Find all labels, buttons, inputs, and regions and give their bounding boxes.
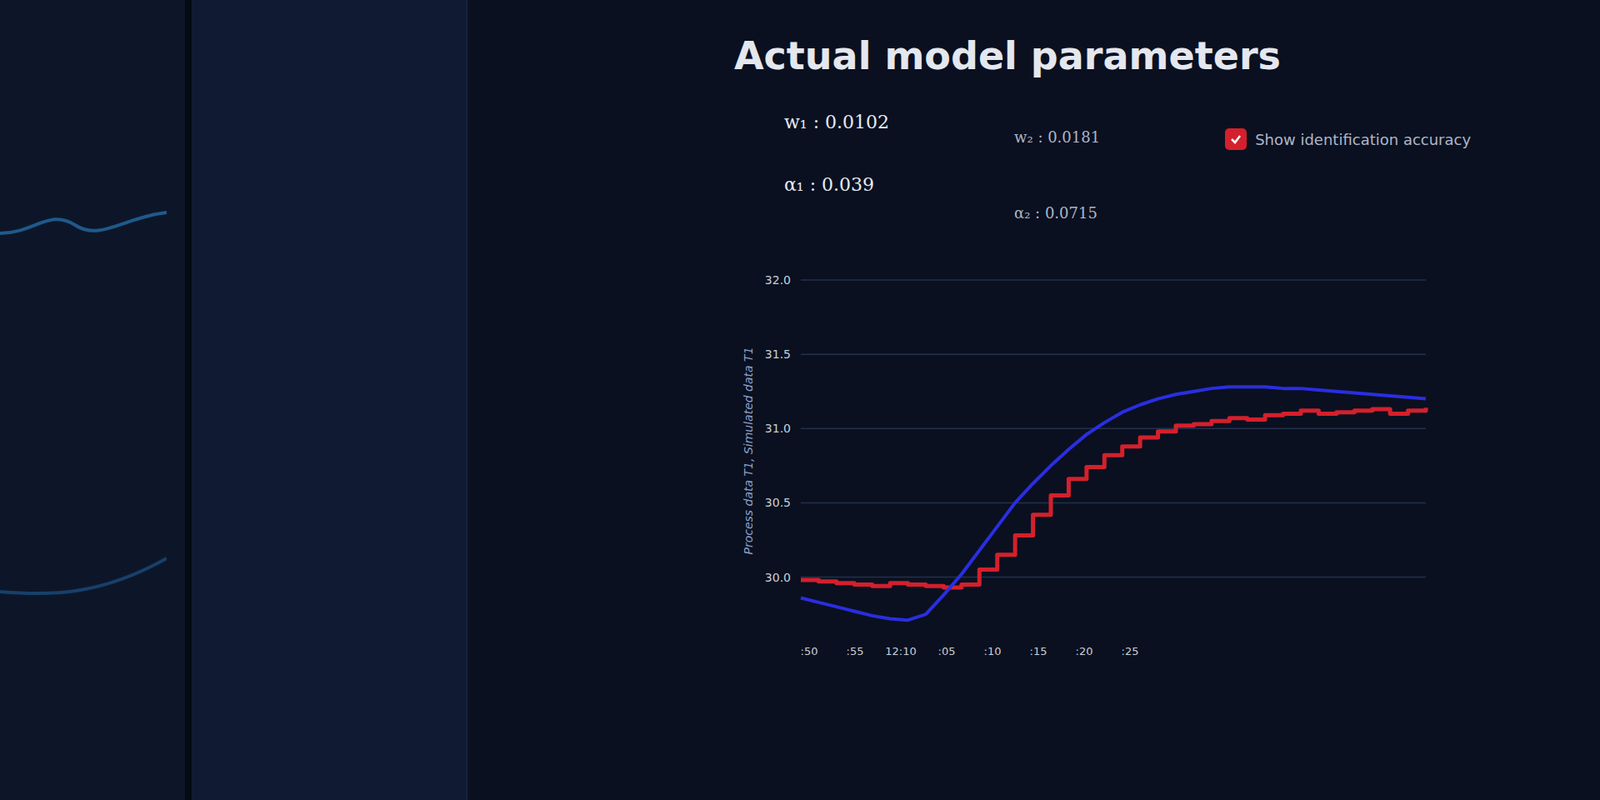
x-tick: :15 (1030, 645, 1048, 658)
main-panel: Actual model parameters w₁ : 0.0102 α₁ : 0… (467, 0, 1600, 800)
svg-text:31.5: 31.5 (765, 347, 791, 361)
side-strip (0, 0, 192, 800)
x-tick: 12:10 (885, 645, 916, 658)
svg-text:31.0: 31.0 (765, 421, 791, 435)
simulated-series (800, 386, 1426, 620)
parameter: α₁ : 0.039 (784, 174, 890, 195)
temperature-chart: 32.0 31.5 31.0 30.5 30.0 Process data T1, Sim… (734, 255, 1468, 689)
parameter: w₁ : 0.0102 (784, 111, 890, 133)
x-tick: :50 (800, 645, 819, 658)
x-tick: :55 (846, 645, 865, 658)
x-tick: :25 (1121, 645, 1140, 658)
x-tick: :05 (938, 645, 956, 658)
sparkline-icon (0, 550, 167, 600)
page-title: Actual model parameters (734, 33, 1567, 79)
x-tick: :20 (1075, 645, 1094, 658)
x-tick: :10 (984, 645, 1002, 658)
svg-text:30.0: 30.0 (765, 570, 791, 585)
checkbox-label: Show identification accuracy (1255, 130, 1471, 149)
parameter: α₂ : 0.0715 (1014, 187, 1100, 222)
y-tick: 30.5 (765, 495, 1426, 510)
y-tick: 31.5 (765, 347, 1426, 361)
parameter: w₂ : 0.0181 (1014, 111, 1100, 146)
svg-text:32.0: 32.0 (765, 273, 791, 287)
parameter-column: w₂ : 0.0181 α₂ : 0.0715 (1014, 111, 1100, 222)
svg-text:30.5: 30.5 (765, 495, 791, 510)
accuracy-checkbox[interactable]: Show identification accuracy (1225, 111, 1471, 150)
screen: Actual model parameters w₁ : 0.0102 α₁ : 0… (0, 0, 1600, 800)
parameters: w₁ : 0.0102 α₁ : 0.039 w₂ : 0.0181 α₂ : 0.0… (734, 111, 1567, 222)
process-series (800, 407, 1426, 588)
y-axis-label: Process data T1, Simulated data T1 (741, 346, 755, 555)
checkbox-box[interactable] (1225, 128, 1247, 150)
check-icon (1230, 133, 1242, 145)
sparkline-icon (0, 200, 167, 250)
chart-area: 32.0 31.5 31.0 30.5 30.0 Process data T1, Sim… (734, 255, 1468, 689)
parameter-column: w₁ : 0.0102 α₁ : 0.039 (784, 111, 890, 195)
y-tick: 32.0 (765, 273, 1426, 287)
y-tick: 30.0 (765, 570, 1426, 585)
side-panel (191, 0, 468, 800)
